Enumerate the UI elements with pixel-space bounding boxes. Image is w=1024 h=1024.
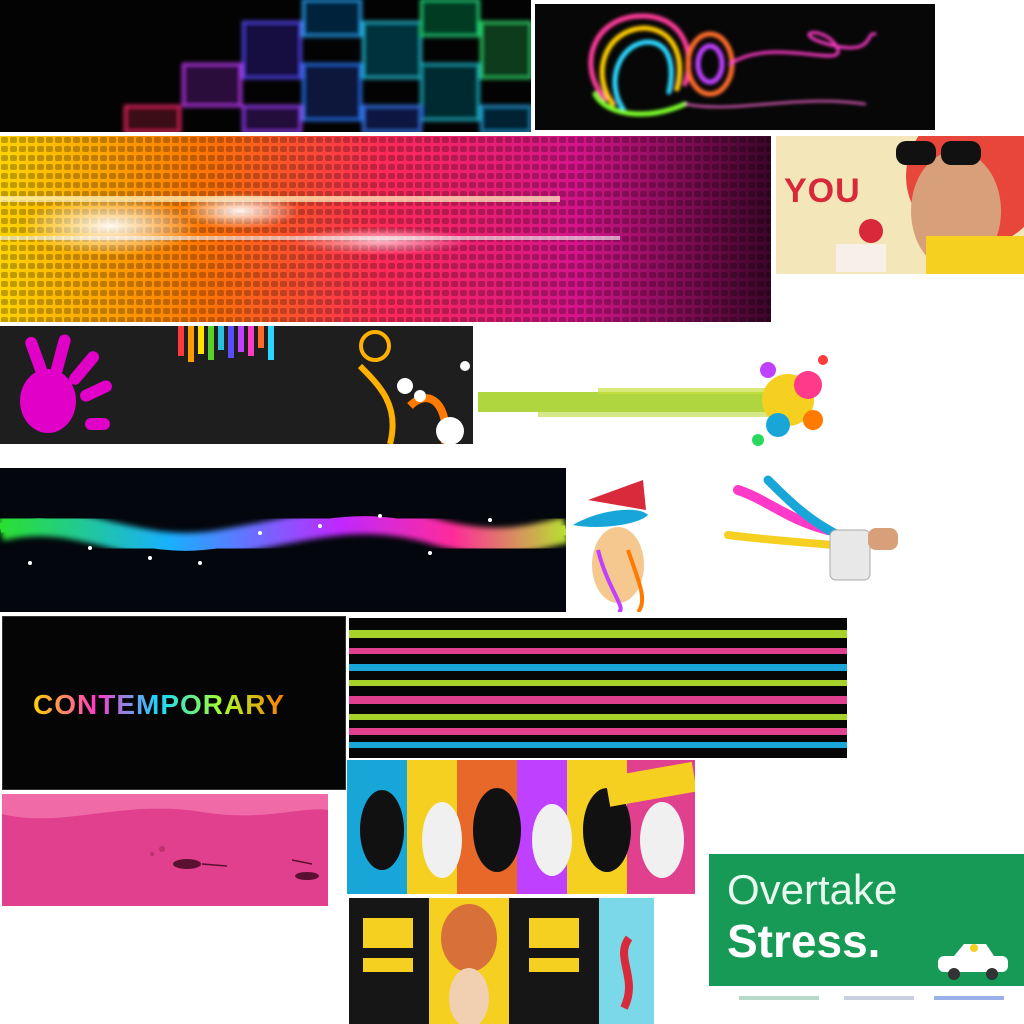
equalizer-spectrum-banner [0, 136, 771, 322]
overtake-line1: Overtake [727, 866, 898, 913]
pop-art-faces-banner [347, 760, 695, 894]
fashion-paint-banner [568, 470, 900, 612]
you-text: YOU [784, 172, 861, 210]
neon-stripes-banner [349, 618, 847, 758]
graffiti-hand-banner [0, 326, 473, 444]
paint-splash-banner [478, 330, 840, 464]
overtake-stress-banner: Overtake Stress. [709, 854, 1024, 1024]
neon-headphones-banner [535, 4, 935, 130]
poster-series-banner [349, 898, 654, 1024]
overtake-line2: Stress. [727, 915, 881, 967]
pink-wave-banner [2, 794, 328, 906]
contemporary-text: CONTEMPORARY [33, 689, 286, 720]
neon-wave-banner [0, 468, 566, 612]
you-ad-banner: YOU [776, 136, 1024, 274]
car-icon [938, 944, 1008, 980]
hand-print-icon [20, 334, 112, 433]
contemporary-banner: CONTEMPORARY [2, 616, 346, 790]
neon-squares-banner [0, 0, 531, 132]
